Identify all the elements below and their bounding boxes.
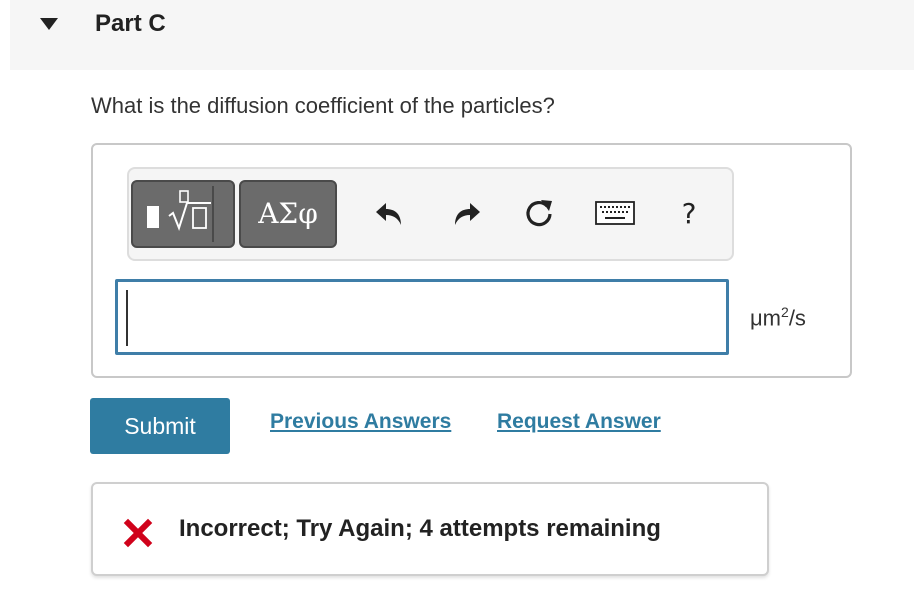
reset-icon — [526, 200, 552, 227]
request-answer-link[interactable]: Request Answer — [497, 410, 661, 434]
math-toolbar: ΑΣφ ? — [127, 167, 734, 261]
question-text: What is the diffusion coefficient of the… — [91, 93, 555, 118]
text-cursor — [126, 290, 128, 346]
redo-button[interactable] — [447, 193, 487, 233]
submit-button[interactable]: Submit — [90, 398, 230, 454]
help-button[interactable]: ? — [669, 193, 709, 233]
feedback-box: Incorrect; Try Again; 4 attempts remaini… — [91, 482, 769, 576]
caret-down-icon[interactable] — [39, 17, 59, 31]
undo-icon — [376, 203, 401, 225]
redo-icon — [455, 203, 480, 225]
templates-button[interactable] — [131, 180, 235, 248]
unit-exponent: 2 — [781, 304, 789, 320]
part-header[interactable]: Part C — [10, 0, 914, 70]
part-title: Part C — [95, 10, 166, 37]
previous-answers-link[interactable]: Previous Answers — [270, 410, 451, 434]
answer-input[interactable] — [115, 279, 729, 355]
reset-button[interactable] — [519, 193, 559, 233]
answer-box: ΑΣφ ? μm2/s — [91, 143, 852, 378]
greek-symbols-button[interactable]: ΑΣφ — [239, 180, 337, 248]
incorrect-x-icon — [123, 518, 153, 548]
keyboard-button[interactable] — [591, 193, 639, 233]
unit-label: μm2/s — [750, 304, 806, 331]
unit-base: μm — [750, 305, 782, 331]
undo-button[interactable] — [369, 193, 409, 233]
unit-tail: /s — [788, 305, 806, 331]
feedback-text: Incorrect; Try Again; 4 attempts remaini… — [179, 515, 661, 542]
keyboard-icon — [595, 201, 635, 225]
templates-icon — [147, 186, 214, 242]
